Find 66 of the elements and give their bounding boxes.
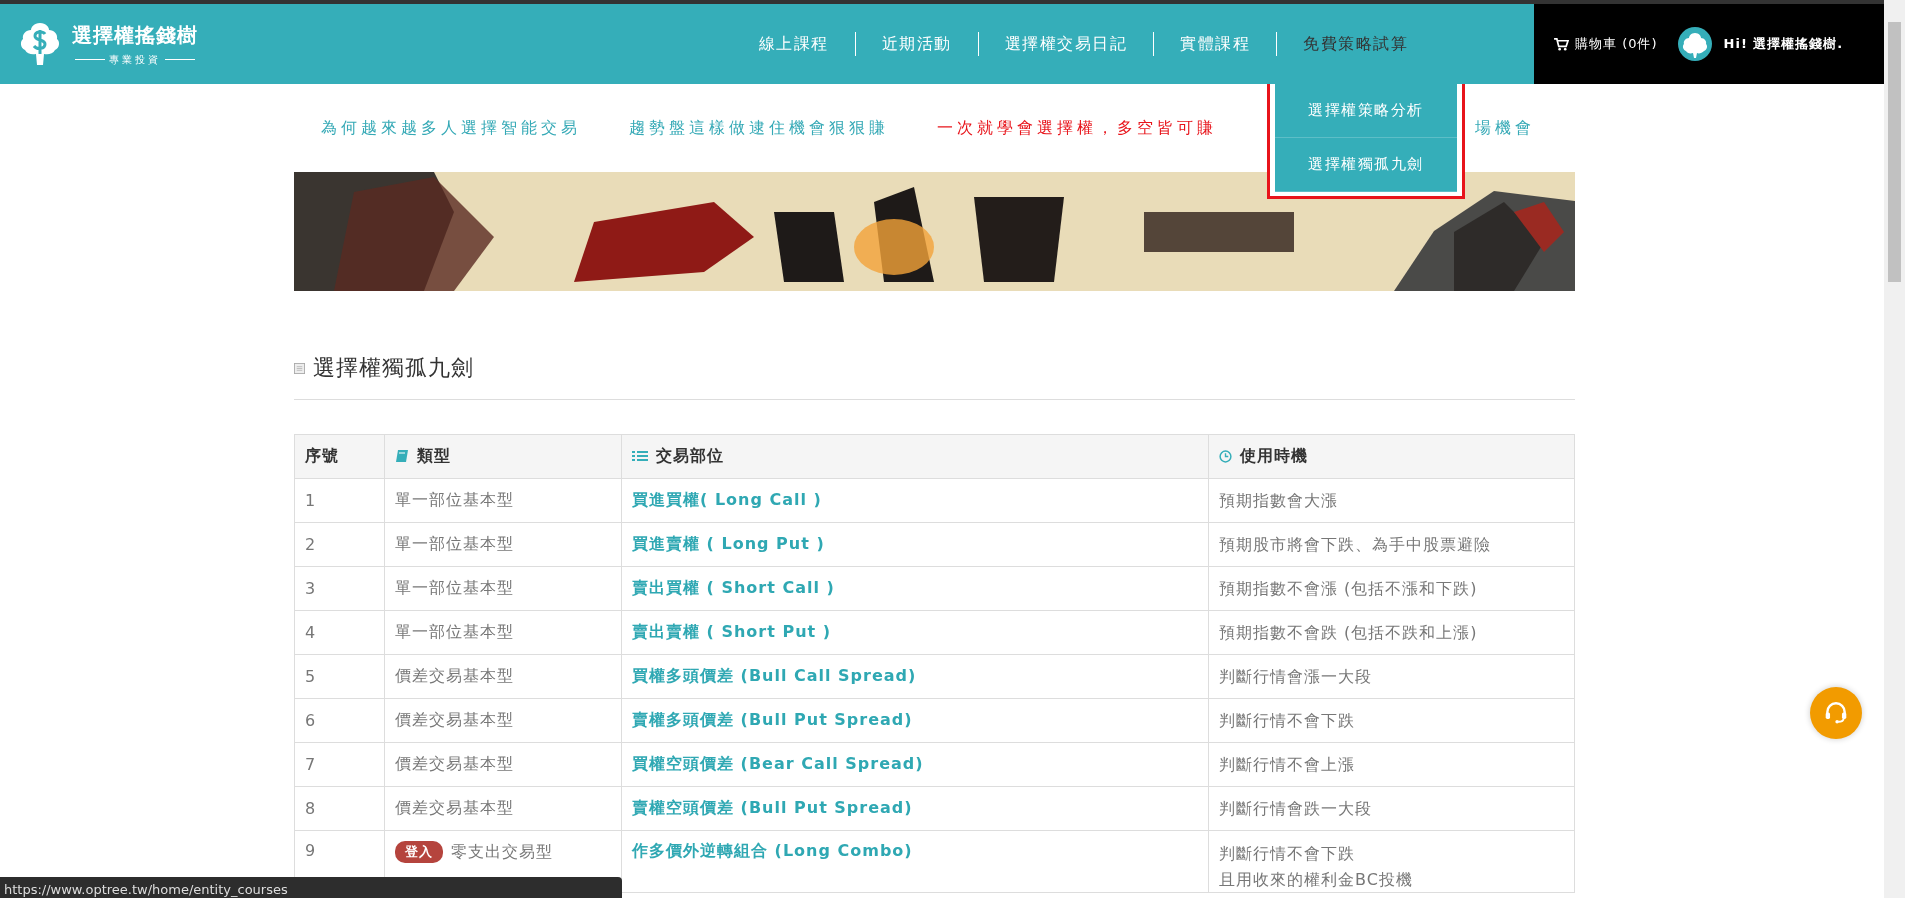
timing-text: 預期指數會大漲: [1219, 489, 1339, 512]
type-text: 單一部位基本型: [395, 534, 514, 555]
row-number: 7: [305, 755, 317, 774]
column-header: 類型: [417, 445, 451, 467]
promo-link[interactable]: 一次就學會選擇權，多空皆可賺: [937, 117, 1217, 139]
type-text: 單一部位基本型: [395, 578, 514, 599]
timing-text: 判斷行情不會下跌: [1219, 843, 1356, 865]
timing-text: 且用收來的權利金BC投機: [1219, 868, 1414, 891]
dropdown-item[interactable]: 選擇權策略分析: [1275, 84, 1457, 138]
headset-icon: [1823, 700, 1849, 726]
timing-text: 判斷行情不會下跌: [1219, 709, 1356, 732]
section-title: 選擇權獨孤九劍: [313, 354, 474, 382]
promo-link[interactable]: 場機會: [1475, 117, 1535, 139]
type-text: 單一部位基本型: [395, 490, 514, 511]
timing-text: 判斷行情不會上漲: [1219, 753, 1356, 776]
type-text: 價差交易基本型: [395, 666, 514, 687]
position-link[interactable]: 買進買權( Long Call ): [632, 490, 822, 509]
promo-link[interactable]: 趨勢盤這樣做逮住機會狠狠賺: [629, 117, 889, 139]
column-header: 交易部位: [656, 446, 724, 467]
position-link[interactable]: 賣出賣權 ( Short Put ): [632, 622, 832, 641]
book-icon: [395, 449, 409, 464]
nav-link[interactable]: 實體課程: [1154, 33, 1276, 55]
user-greeting[interactable]: Hi! 選擇權搖錢樹.: [1723, 35, 1844, 53]
avatar-icon[interactable]: [1677, 27, 1712, 61]
row-number: 5: [305, 667, 317, 686]
timing-text: 預期指數不會跌 (包括不跌和上漲): [1219, 621, 1479, 644]
nav-link[interactable]: 近期活動: [855, 33, 978, 55]
promo-link[interactable]: 為何越來越多人選擇智能交易: [321, 117, 581, 139]
nav-link[interactable]: 線上課程: [732, 33, 855, 55]
row-number: 3: [305, 579, 317, 598]
support-button[interactable]: [1810, 687, 1862, 739]
site-name[interactable]: 選擇權搖錢樹: [72, 21, 198, 49]
timing-text: 預期指數不會漲 (包括不漲和下跌): [1219, 577, 1479, 600]
row-number: 4: [305, 623, 317, 642]
position-link[interactable]: 作多價外逆轉組合 (Long Combo): [632, 841, 913, 860]
row-number: 1: [305, 491, 317, 510]
link-url: https://www.optree.tw/home/entity_courses: [3, 882, 288, 897]
type-text: 價差交易基本型: [395, 710, 514, 731]
row-number: 2: [305, 535, 317, 554]
dropdown-item[interactable]: 選擇權獨孤九劍: [1275, 138, 1457, 192]
type-text: 價差交易基本型: [395, 798, 514, 819]
row-number: 6: [305, 711, 317, 730]
type-text: 單一部位基本型: [395, 622, 514, 643]
square-icon: [294, 362, 305, 374]
login-badge[interactable]: 登入: [395, 841, 443, 863]
nav-link[interactable]: 選擇權交易日記: [978, 33, 1153, 55]
nav-link[interactable]: 免費策略試算: [1277, 33, 1434, 55]
cart-icon: [1554, 37, 1569, 51]
type-text: 價差交易基本型: [395, 754, 514, 775]
timing-text: 判斷行情會漲一大段: [1219, 665, 1373, 688]
scrollbar[interactable]: [1884, 0, 1905, 898]
clock-icon: [1219, 450, 1232, 463]
column-header: 使用時機: [1240, 446, 1308, 467]
list-icon: [632, 450, 648, 463]
type-text: 零支出交易型: [451, 841, 553, 863]
position-link[interactable]: 買進賣權 ( Long Put ): [632, 534, 825, 553]
row-number: 8: [305, 799, 317, 818]
timing-text: 預期股市將會下跌、為手中股票避險: [1219, 533, 1492, 556]
column-header: 序號: [305, 446, 339, 467]
position-link[interactable]: 賣出買權 ( Short Call ): [632, 578, 835, 597]
tree-logo-icon[interactable]: [20, 21, 60, 67]
site-tagline: 專業投資: [109, 52, 161, 67]
timing-text: 判斷行情會跌一大段: [1219, 797, 1373, 820]
row-number: 9: [305, 841, 317, 860]
cart-link[interactable]: 購物車 (0件): [1554, 35, 1658, 53]
scrollbar-thumb[interactable]: [1888, 22, 1901, 282]
